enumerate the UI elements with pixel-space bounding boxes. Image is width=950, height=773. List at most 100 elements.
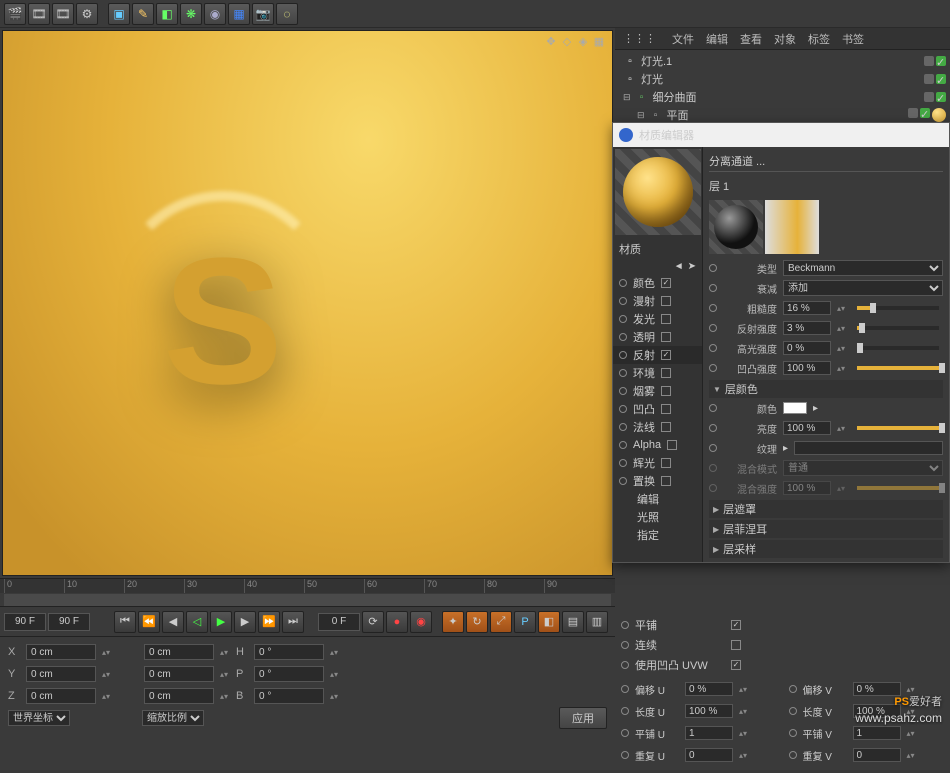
uvw-input[interactable] (853, 748, 901, 762)
prop-input[interactable] (783, 301, 831, 315)
spinner-icon[interactable]: ▴▾ (102, 670, 112, 679)
channel-checkbox[interactable] (661, 422, 671, 432)
prop-select[interactable]: 普通 (783, 460, 943, 476)
expand-icon[interactable]: ⊟ (623, 92, 631, 103)
spinner-icon[interactable]: ▴▾ (837, 324, 847, 333)
spinner-icon[interactable]: ▴▾ (837, 364, 847, 373)
scene-icon[interactable]: ▤ (562, 611, 584, 633)
tool-film3-icon[interactable]: 🎞 (52, 3, 74, 25)
play-rev-icon[interactable]: ◁ (186, 611, 208, 633)
key-pos-icon[interactable]: ✦ (442, 611, 464, 633)
material-editor-window[interactable]: 材质编辑器 材质 ◄ ➤ 颜色 ✓ 漫射 发光 透明 反射 ✓ 环境 烟雾 凹凸… (612, 122, 950, 563)
tool-bulb-icon[interactable]: ◌ (276, 3, 298, 25)
tab-edit[interactable]: 编辑 (706, 31, 728, 47)
prev-frame-icon[interactable]: ◀ (162, 611, 184, 633)
color-picker-icon[interactable]: ▸ (813, 403, 818, 414)
channel-row[interactable]: 光照 (613, 508, 702, 526)
channel-checkbox[interactable] (661, 296, 671, 306)
arrow-icon[interactable]: ➤ (688, 261, 696, 272)
size-input[interactable] (144, 688, 214, 704)
slider[interactable] (857, 486, 939, 490)
channel-checkbox[interactable] (661, 368, 671, 378)
attr-checkbox[interactable] (731, 640, 741, 650)
slider[interactable] (857, 366, 939, 370)
tl-btn-icon[interactable]: ▥ (586, 611, 608, 633)
spinner-icon[interactable]: ▴▾ (330, 692, 340, 701)
material-name[interactable]: 材质 (613, 237, 702, 261)
tab-view[interactable]: 查看 (740, 31, 762, 47)
collapse-row[interactable]: ▶层菲涅耳 (709, 520, 943, 538)
spinner-icon[interactable]: ▴▾ (837, 304, 847, 313)
vp-pan-icon[interactable]: ◇ (560, 35, 574, 49)
tool-film2-icon[interactable]: 🎞 (28, 3, 50, 25)
tool-film-icon[interactable]: 🎬 (4, 3, 26, 25)
prop-input[interactable] (783, 341, 831, 355)
apply-button[interactable]: 应用 (559, 707, 607, 729)
slider[interactable] (857, 346, 939, 350)
channel-checkbox[interactable] (661, 404, 671, 414)
channel-checkbox[interactable]: ✓ (661, 278, 671, 288)
timeline[interactable]: 0102030405060708090 (0, 578, 615, 606)
channel-row[interactable]: 发光 (613, 310, 702, 328)
frame-start-input[interactable] (4, 613, 46, 631)
layer-dot-icon[interactable] (924, 56, 934, 66)
channel-checkbox[interactable] (661, 476, 671, 486)
uvw-input[interactable] (853, 726, 901, 740)
collapse-row[interactable]: ▶层采样 (709, 540, 943, 558)
frame-end-input[interactable] (48, 613, 90, 631)
coord-scale-select[interactable]: 缩放比例 (142, 710, 204, 726)
separate-channel-label[interactable]: 分离通道 ... (709, 153, 765, 169)
tree-row[interactable]: ▫ 灯光 ✓ (619, 70, 946, 88)
channel-row[interactable]: 反射 ✓ (613, 346, 702, 364)
layer-name[interactable]: 层 1 (709, 178, 729, 194)
loop-icon[interactable]: ⟳ (362, 611, 384, 633)
spinner-icon[interactable]: ▴▾ (739, 685, 749, 694)
uvw-input[interactable] (685, 682, 733, 696)
spinner-icon[interactable]: ▴▾ (102, 692, 112, 701)
spinner-icon[interactable]: ▴▾ (220, 692, 230, 701)
vis-dot-icon[interactable]: ✓ (936, 74, 946, 84)
size-input[interactable] (144, 666, 214, 682)
tool-atom-icon[interactable]: ❋ (180, 3, 202, 25)
tab-bookmark[interactable]: 书签 (842, 31, 864, 47)
lock-icon[interactable]: ◄ (674, 261, 684, 272)
tool-pen-icon[interactable]: ✎ (132, 3, 154, 25)
pos-input[interactable] (26, 688, 96, 704)
prop-input[interactable] (783, 361, 831, 375)
rot-input[interactable] (254, 644, 324, 660)
vp-zoom-icon[interactable]: ◈ (576, 35, 590, 49)
key-param-icon[interactable]: ◧ (538, 611, 560, 633)
spinner-icon[interactable]: ▴▾ (220, 648, 230, 657)
vis-dot-icon[interactable]: ✓ (920, 108, 930, 118)
tool-cube-icon[interactable]: ▣ (108, 3, 130, 25)
spinner-icon[interactable]: ▴▾ (739, 707, 749, 716)
prop-select[interactable]: Beckmann (783, 260, 943, 276)
spinner-icon[interactable]: ▴▾ (739, 729, 749, 738)
tree-row[interactable]: ⊟ ▫ 细分曲面 ✓ (619, 88, 946, 106)
key-scale-icon[interactable]: ⤢ (490, 611, 512, 633)
tab-file[interactable]: 文件 (672, 31, 694, 47)
channel-row[interactable]: 法线 (613, 418, 702, 436)
autokey-icon[interactable]: ◉ (410, 611, 432, 633)
key-p-icon[interactable]: P (514, 611, 536, 633)
texture-arrow-icon[interactable]: ▸ (783, 443, 788, 454)
tab-tags[interactable]: 标签 (808, 31, 830, 47)
attr-checkbox[interactable]: ✓ (731, 620, 741, 630)
channel-checkbox[interactable] (661, 386, 671, 396)
channel-row[interactable]: 漫射 (613, 292, 702, 310)
channel-row[interactable]: 颜色 ✓ (613, 274, 702, 292)
goto-first-icon[interactable]: ⏮ (114, 611, 136, 633)
prop-select[interactable]: 添加 (783, 280, 943, 296)
channel-row[interactable]: 烟雾 (613, 382, 702, 400)
prop-input[interactable] (783, 421, 831, 435)
material-preview[interactable] (615, 149, 701, 235)
spinner-icon[interactable]: ▴▾ (837, 484, 847, 493)
spinner-icon[interactable]: ▴▾ (220, 670, 230, 679)
spinner-icon[interactable]: ▴▾ (102, 648, 112, 657)
spinner-icon[interactable]: ▴▾ (837, 424, 847, 433)
material-editor-titlebar[interactable]: 材质编辑器 (613, 123, 949, 147)
slider[interactable] (857, 306, 939, 310)
channel-row[interactable]: 凹凸 (613, 400, 702, 418)
play-icon[interactable]: ▶ (210, 611, 232, 633)
next-key-icon[interactable]: ⏩ (258, 611, 280, 633)
